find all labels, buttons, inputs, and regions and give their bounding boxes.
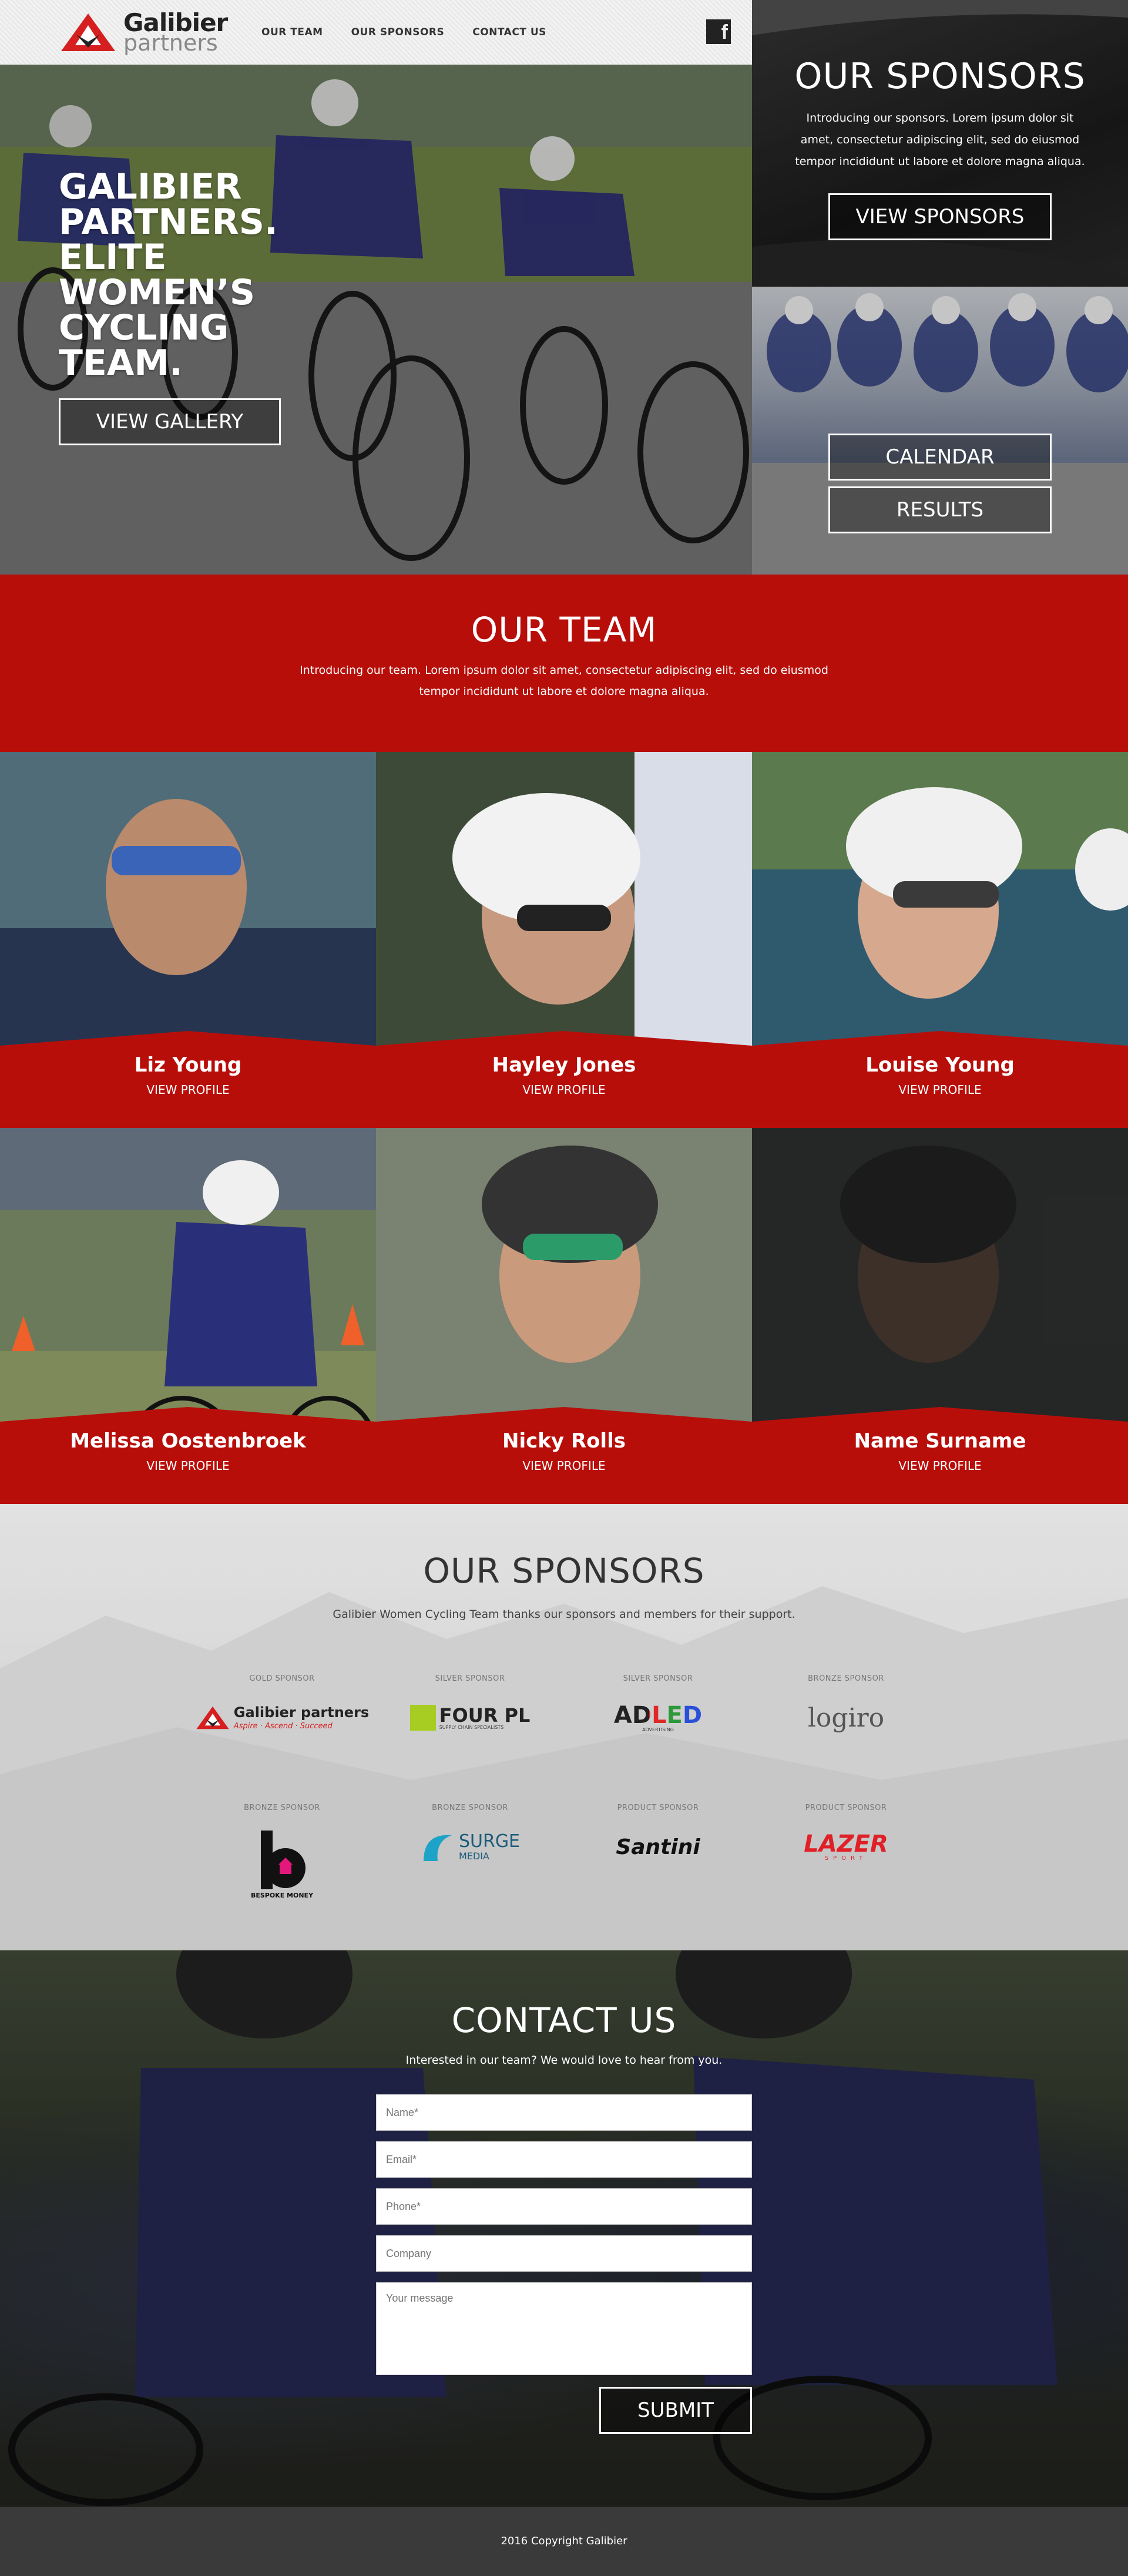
view-profile-link[interactable]: VIEW PROFILE — [0, 1459, 376, 1473]
adled-sponsor-logo: ADLED ADVERTISING — [613, 1701, 703, 1732]
team-card[interactable]: Liz Young VIEW PROFILE — [0, 752, 376, 1128]
team-title: OUR TEAM — [471, 610, 657, 650]
fourpl-sponsor-logo: FOUR PL SUPPLY CHAIN SPECIALISTS — [376, 1691, 564, 1744]
sponsors-panel-title: OUR SPONSORS — [794, 56, 1086, 97]
facebook-icon[interactable]: f — [706, 19, 731, 44]
member-name: Louise Young — [865, 1053, 1015, 1077]
sponsor-tier: GOLD SPONSOR — [249, 1674, 315, 1683]
team-intro: Introducing our team. Lorem ipsum dolor … — [300, 664, 828, 698]
member-name: Liz Young — [134, 1053, 242, 1077]
contact-section: CONTACT US Interested in our team? We wo… — [0, 1950, 1128, 2507]
sponsors-panel-text: Introducing our sponsors. Lorem ipsum do… — [795, 112, 1085, 168]
view-profile-link[interactable]: VIEW PROFILE — [752, 1083, 1128, 1097]
sponsor-item[interactable]: SILVER SPONSOR ADLED ADVERTISING — [564, 1674, 752, 1744]
sponsor-tier: SILVER SPONSOR — [435, 1674, 505, 1683]
member-name: Nicky Rolls — [502, 1429, 626, 1453]
sponsor-item[interactable]: BRONZE SPONSOR BESPOKE MONEY — [188, 1803, 376, 1909]
hero-section: GALIBIER PARTNERS. ELITE WOMEN’S CYCLING… — [0, 0, 752, 575]
copyright-text: 2016 Copyright Galibier — [501, 2535, 627, 2547]
galibier-logo-icon — [196, 1706, 229, 1729]
sponsor-item[interactable]: BRONZE SPONSOR logiro — [752, 1674, 940, 1744]
bespoke-b-icon — [261, 1830, 306, 1889]
results-button[interactable]: RESULTS — [828, 486, 1052, 533]
galibier-logo-icon — [61, 14, 115, 51]
surge-media-sponsor-logo: SURGE MEDIA — [376, 1821, 564, 1873]
view-profile-link[interactable]: VIEW PROFILE — [752, 1459, 1128, 1473]
top-nav: Galibier partners OUR TEAM OUR SPONSORS … — [0, 0, 752, 65]
calendar-button[interactable]: CALENDAR — [828, 434, 1052, 481]
surge-wave-icon — [423, 1835, 452, 1861]
view-profile-link[interactable]: VIEW PROFILE — [0, 1083, 376, 1097]
member-name: Hayley Jones — [492, 1053, 636, 1077]
message-field[interactable] — [376, 2282, 752, 2375]
team-section-header: OUR TEAM Introducing our team. Lorem ips… — [0, 575, 1128, 752]
sponsor-item[interactable]: PRODUCT SPONSOR Santini — [564, 1803, 752, 1873]
team-card[interactable]: Melissa Oostenbroek VIEW PROFILE — [0, 1128, 376, 1504]
email-field[interactable] — [376, 2141, 752, 2178]
sponsors-subtitle: Galibier Women Cycling Team thanks our s… — [333, 1608, 795, 1621]
santini-sponsor-logo: Santini — [616, 1835, 700, 1859]
nav-our-team[interactable]: OUR TEAM — [261, 26, 323, 38]
logo[interactable]: Galibier partners — [59, 11, 228, 54]
sponsor-tier: BRONZE SPONSOR — [808, 1674, 884, 1683]
sponsor-tier: PRODUCT SPONSOR — [805, 1803, 887, 1812]
nav-contact-us[interactable]: CONTACT US — [472, 26, 546, 38]
main-menu: OUR TEAM OUR SPONSORS CONTACT US — [261, 26, 546, 38]
sponsors-title: OUR SPONSORS — [423, 1551, 705, 1591]
hero-title: GALIBIER PARTNERS. ELITE WOMEN’S CYCLING… — [59, 166, 278, 384]
sponsor-item[interactable]: PRODUCT SPONSOR LAZER SPORT — [752, 1803, 940, 1873]
galibier-sponsor-logo: Galibier partners Aspire · Ascend · Succ… — [188, 1691, 376, 1744]
logiro-sponsor-logo: logiro — [807, 1702, 885, 1733]
sponsor-tier: BRONZE SPONSOR — [432, 1803, 508, 1812]
team-card[interactable]: Louise Young VIEW PROFILE — [752, 752, 1128, 1128]
lazer-sponsor-logo: LAZER SPORT — [804, 1830, 888, 1862]
name-field[interactable] — [376, 2094, 752, 2131]
schedule-panel: CALENDAR RESULTS — [752, 287, 1128, 575]
team-card[interactable]: Nicky Rolls VIEW PROFILE — [376, 1128, 752, 1504]
view-sponsors-button[interactable]: VIEW SPONSORS — [828, 193, 1052, 240]
phone-field[interactable] — [376, 2188, 752, 2225]
sponsor-tier: SILVER SPONSOR — [623, 1674, 693, 1683]
view-profile-link[interactable]: VIEW PROFILE — [376, 1459, 752, 1473]
company-field[interactable] — [376, 2235, 752, 2272]
sponsor-tier: PRODUCT SPONSOR — [617, 1803, 699, 1812]
sponsor-item[interactable]: GOLD SPONSOR Galibier partners Aspire · … — [188, 1674, 376, 1744]
contact-subtitle: Interested in our team? We would love to… — [405, 2054, 723, 2067]
nav-our-sponsors[interactable]: OUR SPONSORS — [351, 26, 445, 38]
footer: 2016 Copyright Galibier — [0, 2507, 1128, 2576]
view-profile-link[interactable]: VIEW PROFILE — [376, 1083, 752, 1097]
sponsors-section: OUR SPONSORS Galibier Women Cycling Team… — [0, 1504, 1128, 1950]
member-name: Name Surname — [854, 1429, 1026, 1453]
sponsor-item[interactable]: SILVER SPONSOR FOUR PL SUPPLY CHAIN SPEC… — [376, 1674, 564, 1744]
team-card[interactable]: Hayley Jones VIEW PROFILE — [376, 752, 752, 1128]
sponsor-item[interactable]: BRONZE SPONSOR SURGE MEDIA — [376, 1803, 564, 1873]
sponsors-panel: OUR SPONSORS Introducing our sponsors. L… — [752, 0, 1128, 287]
submit-button[interactable]: SUBMIT — [599, 2387, 752, 2434]
sponsor-tier: BRONZE SPONSOR — [244, 1803, 320, 1812]
contact-title: CONTACT US — [451, 2000, 677, 2040]
member-name: Melissa Oostenbroek — [70, 1429, 306, 1453]
view-gallery-button[interactable]: VIEW GALLERY — [59, 398, 281, 445]
team-card[interactable]: Name Surname VIEW PROFILE — [752, 1128, 1128, 1504]
bespoke-money-sponsor-logo: BESPOKE MONEY — [188, 1821, 376, 1909]
